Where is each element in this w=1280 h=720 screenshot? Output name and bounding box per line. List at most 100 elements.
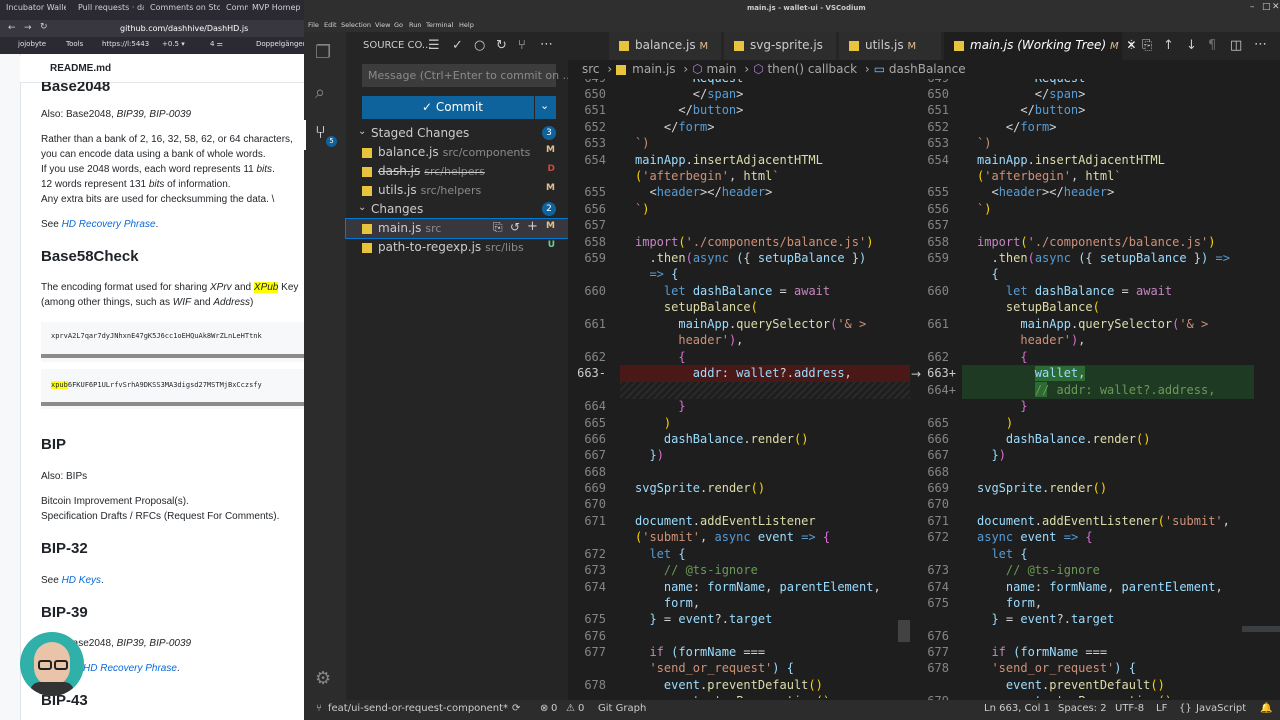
- scm-file-row-selected[interactable]: main.js src ⎘ ↺ + M: [345, 218, 569, 239]
- menu-go[interactable]: Go: [394, 21, 403, 29]
- link-hd-recovery-phrase-2[interactable]: HD Recovery Phrase: [83, 663, 177, 674]
- branch-icon[interactable]: ⑂: [518, 38, 526, 53]
- branch-icon[interactable]: ⑂: [316, 703, 322, 714]
- code-scrollbar[interactable]: [41, 402, 304, 406]
- indentation[interactable]: Spaces: 2: [1058, 703, 1107, 714]
- error-count[interactable]: 0: [551, 703, 557, 714]
- sync-icon[interactable]: ⟳: [512, 703, 520, 714]
- next-change-icon[interactable]: ↓: [1186, 38, 1197, 53]
- bookmark[interactable]: jojobyte: [18, 40, 46, 48]
- file-status: M: [546, 145, 555, 155]
- tab-svg-sprite-js[interactable]: svg-sprite.js: [724, 32, 836, 60]
- js-file-icon: [734, 40, 744, 51]
- window-maximize-icon[interactable]: □: [1262, 2, 1271, 12]
- minimap-indicator: [1242, 626, 1280, 632]
- braces-icon[interactable]: {}: [1179, 703, 1192, 714]
- previous-change-icon[interactable]: ↑: [1163, 38, 1174, 53]
- scm-file-row[interactable]: balance.js src/components M: [346, 143, 568, 162]
- link-hd-recovery-phrase[interactable]: HD Recovery Phrase: [62, 219, 156, 230]
- stage-changes-icon[interactable]: +: [527, 219, 538, 234]
- menu-terminal[interactable]: Terminal: [426, 21, 453, 29]
- more-actions-icon[interactable]: ⋯: [1254, 37, 1267, 52]
- tab-utils-js[interactable]: utils.js M: [839, 32, 941, 60]
- notifications-icon[interactable]: 🔔: [1260, 703, 1272, 714]
- scm-file-row[interactable]: utils.js src/helpers M: [346, 181, 568, 200]
- split-editor-icon[interactable]: ◫: [1230, 38, 1242, 53]
- line-number: 674: [584, 580, 606, 594]
- chevron-down-icon: ⌄: [358, 202, 367, 213]
- source-control-icon[interactable]: ⑂: [315, 122, 326, 143]
- bookmark[interactable]: Doppelgänger: [256, 40, 304, 48]
- browser-tab[interactable]: Incubator Wallet: [6, 3, 66, 17]
- circle-icon[interactable]: ○: [474, 38, 485, 53]
- breadcrumb-item[interactable]: main: [707, 62, 737, 76]
- reload-icon[interactable]: ↻: [40, 22, 48, 32]
- view-as-tree-icon[interactable]: ☰: [428, 38, 440, 53]
- refresh-icon[interactable]: ↻: [496, 38, 507, 53]
- breadcrumb-item[interactable]: src: [582, 62, 600, 76]
- browser-tab[interactable]: Pull requests · da: [78, 3, 144, 17]
- more-actions-icon[interactable]: ⋯: [540, 37, 553, 52]
- breadcrumb-item[interactable]: main.js: [632, 62, 675, 76]
- scm-file-row[interactable]: dash.js src/helpers D: [346, 162, 568, 181]
- scm-file-row[interactable]: path-to-regexp.js src/libs U: [346, 238, 568, 257]
- window-minimize-icon[interactable]: –: [1250, 2, 1255, 12]
- code-text: xprvA2L7qar7dyJNhxnE47gK5J6cc1oEHQuAk8Wr…: [51, 332, 262, 340]
- error-icon[interactable]: ⊗: [540, 703, 548, 714]
- open-file-icon[interactable]: ⎘: [493, 220, 503, 235]
- commit-check-icon[interactable]: ✓: [452, 38, 463, 53]
- url-text[interactable]: github.com/dashhive/DashHD.js: [120, 24, 248, 33]
- bookmark[interactable]: 4 ⚌: [210, 40, 223, 48]
- breadcrumb-item[interactable]: dashBalance: [889, 62, 966, 76]
- line-number: 661: [927, 317, 949, 331]
- forward-icon[interactable]: →: [24, 23, 32, 33]
- bookmark[interactable]: https://l:5443: [102, 40, 149, 48]
- toggle-whitespace-icon[interactable]: ¶: [1208, 38, 1216, 53]
- line-number: 677: [927, 645, 949, 659]
- bookmark[interactable]: +0.5 ▾: [162, 40, 185, 48]
- git-graph[interactable]: Git Graph: [598, 703, 646, 714]
- staged-changes-header[interactable]: ⌄ Staged Changes 3: [346, 124, 568, 143]
- encoding[interactable]: UTF-8: [1115, 703, 1144, 714]
- warning-count[interactable]: 0: [578, 703, 584, 714]
- browser-tab[interactable]: Comments on Sta: [226, 3, 248, 17]
- back-icon[interactable]: ←: [8, 23, 16, 33]
- breadcrumb-item[interactable]: then() callback: [767, 62, 857, 76]
- line-number: 657: [927, 218, 949, 232]
- tab-balance-js[interactable]: balance.js M: [609, 32, 721, 60]
- browser-tab[interactable]: MVP Homep: [252, 3, 304, 17]
- overflow-tab-icon[interactable]: ⦙: [1130, 38, 1133, 53]
- explorer-icon[interactable]: ❐: [315, 42, 331, 63]
- link-hd-keys[interactable]: HD Keys: [62, 575, 101, 586]
- line-ending[interactable]: LF: [1156, 703, 1167, 714]
- address-bar[interactable]: ← → ↻ github.com/dashhive/DashHD.js: [0, 20, 304, 37]
- editor-scrollbar-thumb[interactable]: [898, 620, 910, 642]
- menu-run[interactable]: Run: [409, 21, 421, 29]
- warning-icon[interactable]: ⚠: [566, 703, 575, 714]
- branch-name[interactable]: feat/ui-send-or-request-component*: [328, 703, 508, 714]
- tab-main-js-working-tree[interactable]: main.js (Working Tree) M ✕: [944, 32, 1136, 60]
- browser-tab[interactable]: Comments on Sto: [150, 3, 220, 17]
- line-number: 655: [584, 185, 606, 199]
- menu-help[interactable]: Help: [459, 21, 474, 29]
- menu-view[interactable]: View: [375, 21, 390, 29]
- line-number: 671: [927, 514, 949, 528]
- changes-header[interactable]: ⌄ Changes 2: [346, 200, 568, 219]
- file-status: U: [547, 240, 555, 250]
- bookmark[interactable]: Tools: [66, 40, 83, 48]
- cursor-position[interactable]: Ln 663, Col 1: [984, 703, 1050, 714]
- menu-edit[interactable]: Edit: [324, 21, 337, 29]
- added-marker: 664+: [927, 383, 956, 397]
- discard-changes-icon[interactable]: ↺: [510, 220, 520, 234]
- commit-button[interactable]: ✓ Commit: [362, 96, 534, 119]
- language-mode[interactable]: JavaScript: [1196, 703, 1246, 714]
- search-icon[interactable]: ⌕: [315, 82, 325, 103]
- commit-dropdown-button[interactable]: ⌄: [535, 96, 556, 119]
- settings-gear-icon[interactable]: ⚙: [315, 668, 331, 689]
- code-scrollbar[interactable]: [41, 354, 304, 358]
- window-close-icon[interactable]: ✕: [1272, 2, 1280, 12]
- menu-file[interactable]: File: [308, 21, 319, 29]
- menu-selection[interactable]: Selection: [341, 21, 371, 29]
- open-file-icon[interactable]: ⎘: [1142, 38, 1152, 53]
- commit-message-input[interactable]: Message (Ctrl+Enter to commit on ...: [362, 64, 573, 87]
